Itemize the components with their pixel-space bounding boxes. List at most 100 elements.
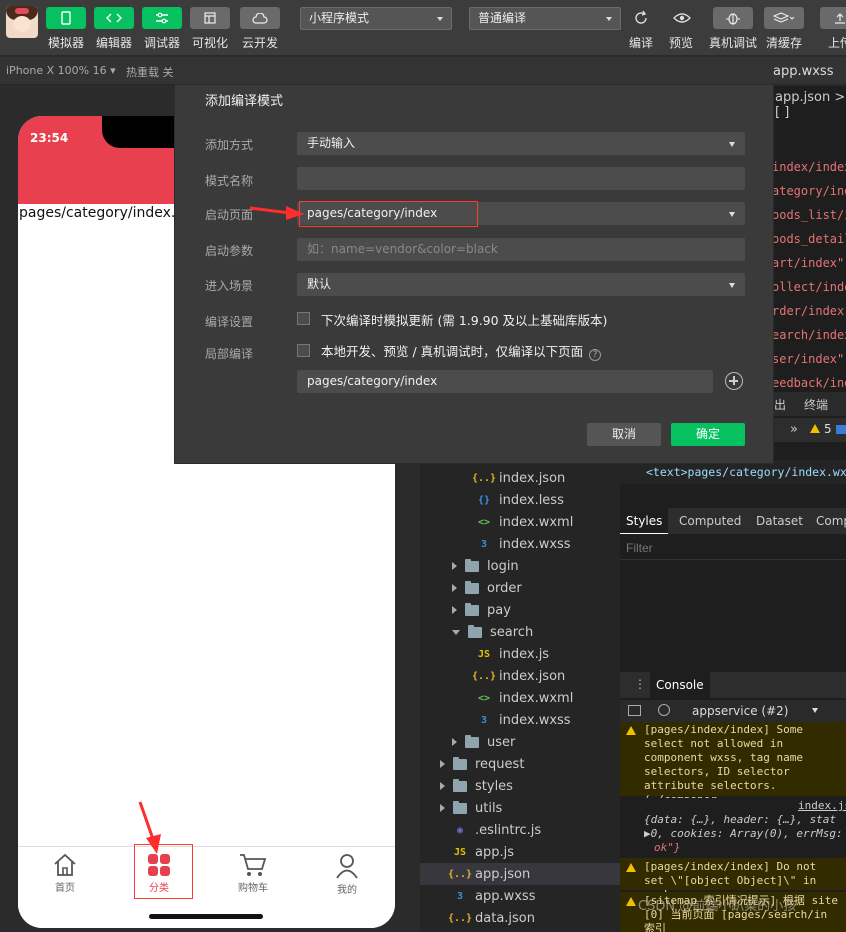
partial-compile-label: 局部编译 [205,347,254,361]
less-file-icon: {} [477,494,491,506]
tab-cart[interactable]: 购物车 [206,851,300,903]
tree-item-label: index.js [499,646,550,662]
tree-folder[interactable]: request [420,753,620,775]
tab-console[interactable]: Console [650,672,710,698]
tab-home[interactable]: 首页 [18,851,112,903]
hot-reload-toggle[interactable]: 热重载 关 [126,64,174,80]
visual-toggle-button[interactable] [190,7,230,29]
chevron-down-icon [729,142,735,147]
wxml-file-icon: <> [477,692,491,704]
tab-component[interactable]: Comp [810,508,846,534]
code-line: rder/index", [772,304,846,318]
tree-file[interactable]: <> index.wxml [420,687,620,709]
simulate-update-checkbox[interactable] [297,312,310,325]
add-method-select[interactable]: 手动输入 [297,132,745,155]
panel-tab-terminal[interactable]: 终端 [804,396,828,413]
console-warning: [pages/index/index] Do not set \"[object… [620,858,846,901]
avatar[interactable] [6,6,38,38]
tree-file[interactable]: ◉ .eslintrc.js [420,819,620,841]
tab-mine[interactable]: 我的 [300,851,394,903]
real-device-debug-button[interactable] [713,7,753,29]
more-tabs-icon[interactable]: » [790,422,798,437]
clear-console-icon[interactable] [658,704,670,716]
partial-compile-checkbox[interactable] [297,344,310,357]
partial-compile-page-input[interactable]: pages/category/index [297,370,713,393]
tree-file[interactable]: {..} data.json [420,907,620,929]
clear-cache-label: 清缓存 [766,36,803,50]
compile-settings-label: 编译设置 [205,315,254,329]
context-select[interactable]: appservice (#2) [692,704,788,718]
tree-folder[interactable]: utils [420,797,620,819]
tree-file[interactable]: {..} index.json [420,467,620,489]
chevron-down-icon [437,17,443,21]
tree-folder[interactable]: order [420,577,620,599]
tree-file[interactable]: {..} index.json [420,665,620,687]
kebab-icon[interactable]: ⋮ [634,677,646,691]
js-file-icon: JS [453,846,467,858]
tree-file[interactable]: <> index.wxml [420,511,620,533]
add-page-icon[interactable] [725,372,743,390]
chevron-right-icon [452,584,457,592]
editor-toggle-button[interactable] [94,7,134,29]
confirm-button[interactable]: 确定 [671,423,745,446]
wxss-file-icon: 3 [480,538,488,550]
preview-button[interactable] [667,7,697,29]
device-select[interactable]: iPhone X 100% 16 ▾ [6,64,116,77]
tree-item-label: index.wxss [499,536,571,552]
tree-item-label: index.wxss [499,712,571,728]
partial-compile-text: 本地开发、预览 / 真机调试时，仅编译以下页面? [321,341,602,361]
compile-button[interactable] [626,7,656,29]
json-file-icon: {..} [471,472,497,484]
chevron-right-icon [452,562,457,570]
compile-select[interactable]: 普通编译 [469,7,621,30]
sidebar-toggle-icon[interactable] [628,705,641,716]
tree-folder[interactable]: search [420,621,620,643]
wxss-file-icon: 3 [456,890,464,902]
tree-folder[interactable]: styles [420,775,620,797]
editor-tab-app-wxss[interactable]: app.wxss [773,64,833,79]
cancel-button[interactable]: 取消 [587,423,661,446]
styles-filter-input[interactable] [620,536,846,560]
cloud-dev-button[interactable] [240,7,280,29]
user-icon [336,854,358,879]
mode-select[interactable]: 小程序模式 [300,7,452,30]
tree-folder[interactable]: login [420,555,620,577]
folder-icon [453,778,467,792]
chevron-down-icon [452,629,460,635]
tab-styles[interactable]: Styles [620,508,669,534]
home-indicator [149,914,263,919]
tree-file[interactable]: {} index.less [420,489,620,511]
tree-folder[interactable]: pay [420,599,620,621]
start-params-input[interactable]: 如：name=vendor&color=black [297,238,745,261]
panel-tab-output[interactable]: 出 [774,396,786,413]
clear-cache-button[interactable] [764,7,804,29]
visual-label: 可视化 [192,36,229,50]
eslint-file-icon: ◉ [456,824,464,836]
tree-file[interactable]: JS app.js [420,841,620,863]
tree-folder[interactable]: user [420,731,620,753]
tree-file[interactable]: 3 index.wxss [420,709,620,731]
json-file-icon: {..} [447,868,473,880]
scene-select[interactable]: 默认 [297,273,745,296]
console-tabbar: ⋮ Console [620,672,846,698]
debug-icon [156,12,168,24]
chevron-right-icon [440,804,445,812]
real-device-debug-label: 真机调试 [709,36,758,50]
mode-name-input[interactable] [297,167,745,190]
dialog-title: 添加编译模式 [205,94,284,109]
tree-file[interactable]: 3 app.wxss [420,885,620,907]
source-link[interactable]: index.js [798,799,846,813]
tree-file[interactable]: {..} app.json [420,863,620,885]
tree-item-label: styles [475,778,513,794]
cloud-icon [252,12,268,24]
tree-file[interactable]: 3 index.wxss [420,533,620,555]
help-icon[interactable]: ? [589,349,602,361]
simulate-update-text: 下次编译时模拟更新 (需 1.9.90 及以上基础库版本) [321,313,608,328]
debugger-toggle-button[interactable] [142,7,182,29]
console-warning: [pages/index/index] Some select not allo… [620,722,846,820]
tab-computed[interactable]: Computed [673,508,747,534]
upload-button[interactable] [820,7,846,29]
simulator-toggle-button[interactable] [46,7,86,29]
tab-dataset[interactable]: Dataset [750,508,809,534]
tree-file[interactable]: JS index.js [420,643,620,665]
